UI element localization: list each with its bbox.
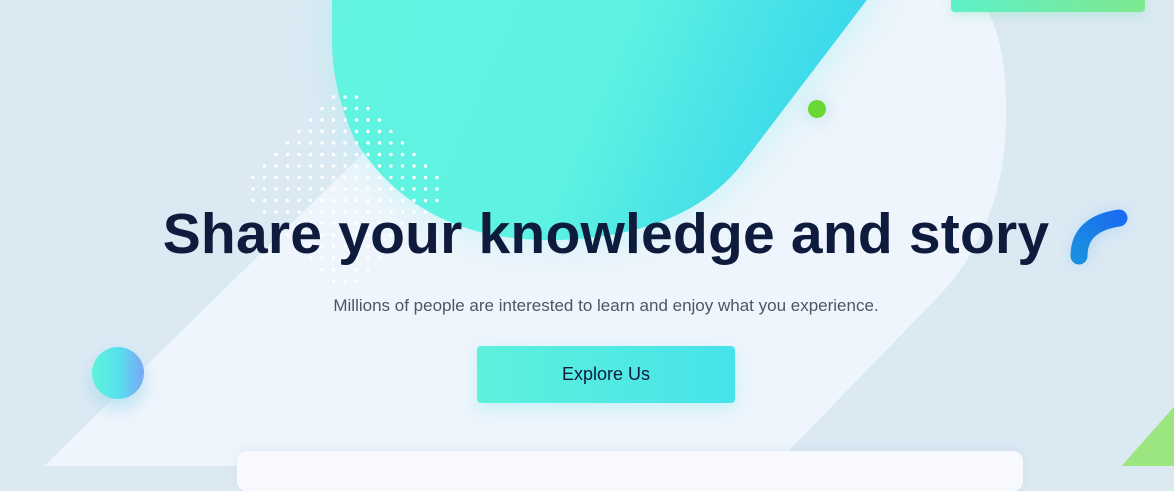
content-card bbox=[237, 451, 1023, 491]
hero-title: Share your knowledge and story bbox=[162, 202, 1050, 266]
hero-section: Share your knowledge and story Millions … bbox=[0, 0, 1174, 466]
hero-subtitle: Millions of people are interested to lea… bbox=[333, 296, 879, 315]
explore-us-button[interactable]: Explore Us bbox=[477, 346, 735, 403]
